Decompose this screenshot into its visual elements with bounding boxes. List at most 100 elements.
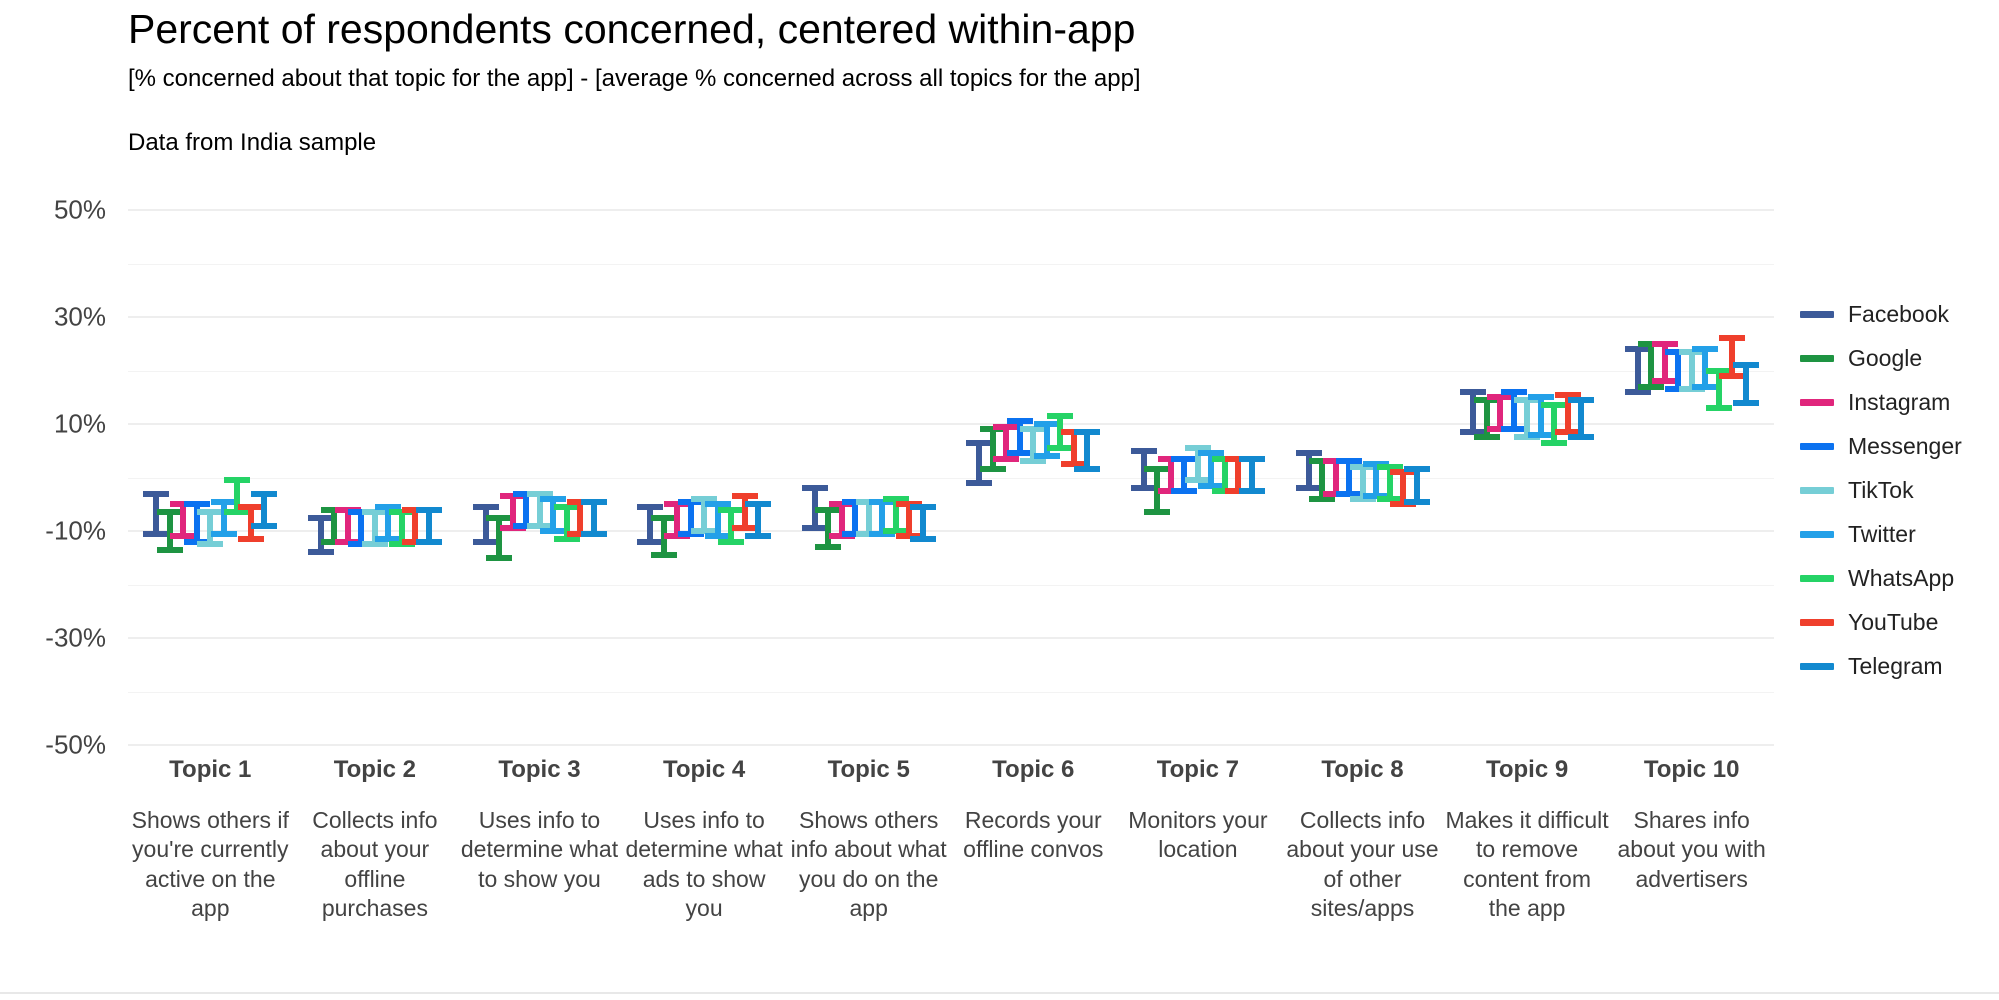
error-bar-cap-upper: [1568, 396, 1595, 403]
error-bar-cap-upper: [156, 509, 183, 516]
error-bar-cap-lower: [580, 530, 607, 537]
error-bar-cap-lower: [1309, 495, 1335, 502]
error-bar-cap-lower: [718, 538, 745, 545]
error-bar-cap-lower: [1568, 434, 1595, 441]
error-bar-cap-lower: [1705, 404, 1732, 411]
legend-item-youtube[interactable]: YouTube: [1800, 600, 1999, 644]
legend-color-swatch: [1800, 486, 1834, 494]
x-axis-group-7: Topic 7 Monitors your location: [1116, 756, 1281, 865]
error-bar-cap-lower: [1171, 487, 1198, 494]
gridline-major: [128, 637, 1774, 639]
topic-description: Monitors your location: [1128, 807, 1268, 863]
title-block: Percent of respondents concerned, center…: [128, 6, 1528, 157]
error-bar-cap-upper: [815, 506, 842, 513]
page-title: Percent of respondents concerned, center…: [128, 6, 1136, 52]
legend-item-telegram[interactable]: Telegram: [1800, 644, 1999, 688]
error-bar-cap-lower: [553, 536, 580, 543]
error-bar-cap-lower: [1033, 453, 1060, 460]
error-bar-cap-upper: [731, 493, 758, 500]
error-bar-cap-upper: [1020, 426, 1047, 433]
error-bar-cap-upper: [183, 501, 210, 508]
error-bar-cap-upper: [1651, 340, 1678, 347]
x-axis-labels: Topic 1 Shows others if you're currently …: [128, 756, 1774, 986]
legend-item-label: YouTube: [1848, 608, 1939, 635]
y-axis-tick-label: 10%: [53, 408, 106, 439]
legend-color-swatch: [1800, 310, 1834, 318]
legend-item-whatsapp[interactable]: WhatsApp: [1800, 556, 1999, 600]
error-bar-cap-lower: [1651, 378, 1678, 385]
error-bar-cap-lower: [1732, 399, 1759, 406]
bottom-divider: [0, 992, 1999, 994]
x-axis-group-8: Topic 8 Collects info about your use of o…: [1280, 756, 1445, 924]
error-bar-cap-lower: [1403, 498, 1430, 505]
legend-item-tiktok[interactable]: TikTok: [1800, 468, 1999, 512]
error-bar-cap-lower: [745, 533, 772, 540]
error-bar-cap-upper: [1732, 362, 1759, 369]
legend-color-swatch: [1800, 354, 1834, 362]
error-bar-cap-lower: [1638, 383, 1665, 390]
error-bar-cap-upper: [1033, 421, 1060, 427]
topic-label: Topic 3: [498, 756, 581, 783]
error-bar-cap-upper: [1460, 388, 1487, 395]
error-bar-cap-upper: [1487, 394, 1514, 401]
error-bar-cap-lower: [1238, 487, 1265, 494]
error-bar-cap-lower: [1500, 426, 1527, 433]
topic-label: Topic 8: [1321, 756, 1404, 783]
x-axis-group-3: Topic 3 Uses info to determine what to sh…: [457, 756, 622, 894]
legend-item-instagram[interactable]: Instagram: [1800, 380, 1999, 424]
x-axis-group-4: Topic 4 Uses info to determine what ads t…: [622, 756, 787, 924]
error-bar-cap-lower: [224, 509, 251, 516]
error-bar-cap-upper: [1238, 455, 1265, 462]
topic-label: Topic 6: [992, 756, 1075, 783]
error-bar-cap-lower: [1473, 434, 1500, 441]
error-bar-cap-lower: [156, 546, 183, 553]
legend-color-swatch: [1800, 662, 1834, 670]
error-bar-cap-lower: [1295, 485, 1322, 492]
legend-item-google[interactable]: Google: [1800, 336, 1999, 380]
error-bar-cap-upper: [307, 514, 334, 521]
y-axis-tick-label: -50%: [45, 729, 106, 760]
legend-color-swatch: [1800, 398, 1834, 406]
y-axis-tick-label: 30%: [53, 301, 106, 332]
error-bar-cap-lower: [993, 455, 1020, 462]
error-bar-cap-upper: [210, 498, 237, 505]
error-bar-cap-upper: [143, 490, 170, 497]
error-bar-cap-upper: [1130, 447, 1157, 454]
topic-label: Topic 4: [662, 756, 746, 783]
gridline-major: [128, 209, 1774, 211]
legend-item-label: Facebook: [1848, 300, 1950, 327]
legend-item-messenger[interactable]: Messenger: [1800, 424, 1999, 468]
topic-label: Topic 9: [1485, 756, 1569, 783]
error-bar-cap-upper: [1624, 346, 1651, 353]
x-axis-group-5: Topic 5 Shows others info about what you …: [786, 756, 951, 924]
error-bar-cap-lower: [650, 552, 677, 559]
topic-label: Topic 5: [827, 756, 910, 783]
error-bar-cap-lower: [1527, 431, 1554, 438]
legend-item-facebook[interactable]: Facebook: [1800, 292, 1999, 336]
x-axis-group-9: Topic 9 Makes it difficult to remove cont…: [1445, 756, 1610, 924]
error-bar-cap-lower: [1144, 509, 1171, 516]
legend-item-label: Instagram: [1848, 388, 1951, 415]
topic-description: Makes it difficult to remove content fro…: [1445, 807, 1609, 922]
legend: Facebook Google Instagram Messenger TikTok Tw…: [1800, 292, 1999, 688]
y-axis-tick-labels: 50% 30% 10% -10% -30% -50%: [0, 195, 118, 760]
error-bar-cap-lower: [979, 466, 1006, 473]
error-bar-cap-upper: [415, 506, 442, 513]
legend-color-swatch: [1800, 442, 1834, 450]
error-bar-cap-upper: [553, 503, 580, 510]
topic-description: Uses info to determine what ads to show …: [625, 807, 783, 922]
gridline-minor: [128, 370, 1774, 372]
gridline-minor: [128, 584, 1774, 586]
error-bar-cap-upper: [224, 477, 251, 484]
legend-item-twitter[interactable]: Twitter: [1800, 512, 1999, 556]
error-bar-cap-upper: [993, 423, 1020, 430]
legend-item-label: Google: [1848, 344, 1923, 371]
chart-page: Percent of respondents concerned, center…: [0, 0, 1999, 1000]
topic-description: Shares info about you with advertisers: [1617, 807, 1766, 892]
gridline-minor: [128, 477, 1774, 479]
error-bar-cap-lower: [1074, 466, 1101, 473]
x-axis-group-6: Topic 6 Records your offline convos: [951, 756, 1116, 865]
error-bar-cap-lower: [251, 522, 278, 529]
error-bar-cap-lower: [307, 549, 334, 556]
error-bar-cap-upper: [909, 503, 936, 510]
